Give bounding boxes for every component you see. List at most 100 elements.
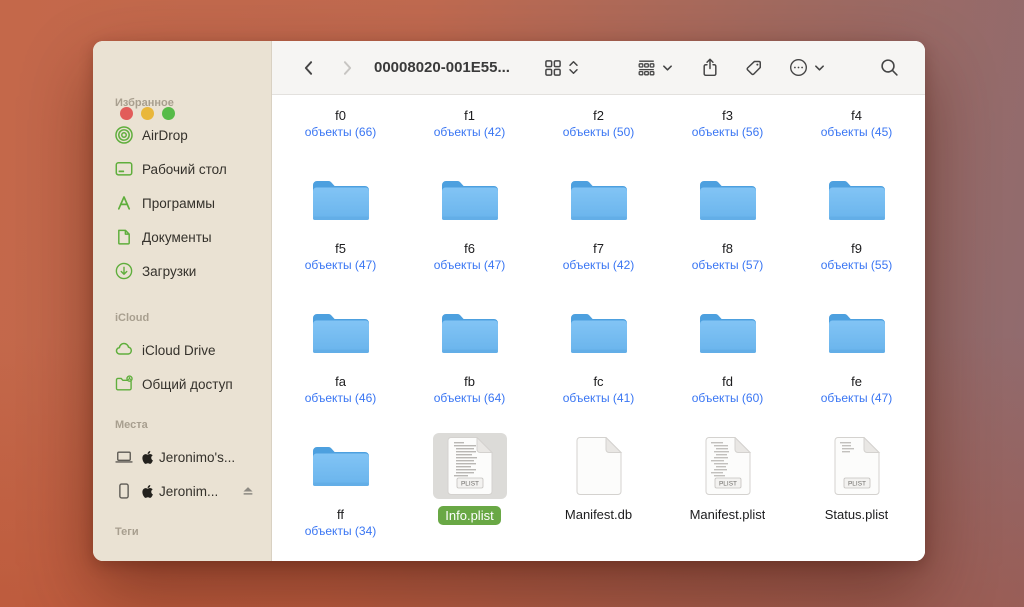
file-browser: f0 объекты (66) f1 объекты (42) f2 объек… bbox=[272, 96, 925, 561]
share-button[interactable] bbox=[701, 58, 719, 77]
item-count[interactable]: объекты (42) bbox=[563, 258, 635, 273]
folder-item[interactable]: f7 объекты (42) bbox=[534, 163, 663, 296]
folder-item[interactable]: f8 объекты (57) bbox=[663, 163, 792, 296]
folder-item[interactable]: f9 объекты (55) bbox=[792, 163, 921, 296]
file-item[interactable]: Manifest.plist bbox=[663, 429, 792, 561]
folder-icon bbox=[427, 305, 513, 361]
item-count[interactable]: объекты (60) bbox=[692, 391, 764, 406]
item-count[interactable]: объекты (47) bbox=[305, 258, 377, 273]
folder-icon bbox=[685, 172, 771, 228]
cloud-icon bbox=[115, 341, 133, 359]
file-name: Status.plist bbox=[825, 506, 889, 523]
file-item[interactable]: Manifest.db bbox=[534, 429, 663, 561]
window-title: 00008020-001E55... bbox=[374, 59, 510, 76]
more-button[interactable] bbox=[789, 58, 808, 77]
sidebar-item-icloud-drive[interactable]: iCloud Drive bbox=[111, 333, 261, 367]
file-name: f5 bbox=[335, 240, 346, 257]
item-count[interactable]: объекты (57) bbox=[692, 258, 764, 273]
sidebar-item-airdrop[interactable]: AirDrop bbox=[111, 118, 261, 152]
file-item[interactable]: Status.plist bbox=[792, 429, 921, 561]
folder-item[interactable]: fa объекты (46) bbox=[276, 296, 405, 429]
group-by-button[interactable] bbox=[637, 59, 656, 76]
file-name-selected: Info.plist bbox=[438, 506, 500, 525]
sidebar-item-label: Jeronim... bbox=[159, 484, 218, 499]
folder-item[interactable]: f1 объекты (42) bbox=[405, 96, 534, 163]
sidebar-item-device[interactable]: Jeronim... bbox=[111, 474, 261, 508]
file-name: Manifest.db bbox=[565, 506, 632, 523]
view-stepper[interactable] bbox=[568, 60, 579, 75]
folder-icon bbox=[814, 305, 900, 361]
folder-item[interactable]: fd объекты (60) bbox=[663, 296, 792, 429]
icon-grid: f0 объекты (66) f1 объекты (42) f2 объек… bbox=[272, 96, 925, 561]
item-count[interactable]: объекты (66) bbox=[305, 125, 377, 140]
main-area: 00008020-001E55... bbox=[272, 41, 925, 561]
item-count[interactable]: объекты (50) bbox=[563, 125, 635, 140]
file-name: f4 bbox=[851, 107, 862, 124]
db-file-icon bbox=[562, 433, 636, 499]
icon-view-button[interactable] bbox=[544, 59, 562, 77]
sidebar-item-label: Рабочий стол bbox=[142, 162, 227, 177]
sidebar-item-desktop[interactable]: Рабочий стол bbox=[111, 152, 261, 186]
item-count[interactable]: объекты (55) bbox=[821, 258, 893, 273]
item-count[interactable]: объекты (47) bbox=[821, 391, 893, 406]
desktop-icon bbox=[115, 160, 133, 178]
plist-file-icon bbox=[691, 433, 765, 499]
file-name: f2 bbox=[593, 107, 604, 124]
item-count[interactable]: объекты (41) bbox=[563, 391, 635, 406]
toolbar: 00008020-001E55... bbox=[272, 41, 925, 95]
folder-item[interactable]: fe объекты (47) bbox=[792, 296, 921, 429]
file-name: fe bbox=[851, 373, 862, 390]
search-button[interactable] bbox=[880, 58, 899, 77]
sidebar-list: Избранное AirDrop Рабочий стол bbox=[93, 95, 271, 561]
eject-button[interactable] bbox=[241, 484, 255, 498]
sidebar-section-favorites: Избранное bbox=[111, 95, 261, 111]
airdrop-icon bbox=[115, 126, 133, 144]
item-count[interactable]: объекты (56) bbox=[692, 125, 764, 140]
laptop-icon bbox=[115, 448, 133, 466]
folder-icon bbox=[814, 172, 900, 228]
plist-file-icon bbox=[820, 433, 894, 499]
sidebar-item-label: Документы bbox=[142, 230, 212, 245]
item-count[interactable]: объекты (64) bbox=[434, 391, 506, 406]
folder-item[interactable]: fc объекты (41) bbox=[534, 296, 663, 429]
folder-item[interactable]: fb объекты (64) bbox=[405, 296, 534, 429]
folder-item[interactable]: f0 объекты (66) bbox=[276, 96, 405, 163]
folder-item[interactable]: f6 объекты (47) bbox=[405, 163, 534, 296]
forward-button[interactable] bbox=[338, 59, 356, 77]
sidebar-item-documents[interactable]: Документы bbox=[111, 220, 261, 254]
item-count[interactable]: объекты (34) bbox=[305, 524, 377, 539]
folder-item[interactable]: ff объекты (34) bbox=[276, 429, 405, 561]
sidebar-item-mac[interactable]: Jeronimo's... bbox=[111, 440, 261, 474]
sidebar-item-applications[interactable]: Программы bbox=[111, 186, 261, 220]
folder-item[interactable]: f2 объекты (50) bbox=[534, 96, 663, 163]
item-count[interactable]: объекты (47) bbox=[434, 258, 506, 273]
chevron-down-icon bbox=[814, 59, 825, 77]
folder-icon bbox=[685, 305, 771, 361]
file-name: f1 bbox=[464, 107, 475, 124]
apple-logo-icon bbox=[142, 485, 153, 498]
file-name: f0 bbox=[335, 107, 346, 124]
folder-item[interactable]: f3 объекты (56) bbox=[663, 96, 792, 163]
sidebar-section-icloud: iCloud bbox=[111, 310, 261, 326]
folder-icon bbox=[298, 172, 384, 228]
item-count[interactable]: объекты (45) bbox=[821, 125, 893, 140]
item-count[interactable]: объекты (42) bbox=[434, 125, 506, 140]
file-name: ff bbox=[337, 506, 344, 523]
back-button[interactable] bbox=[300, 59, 318, 77]
file-item-selected[interactable]: Info.plist bbox=[405, 429, 534, 561]
chevron-down-icon bbox=[662, 59, 673, 77]
item-count[interactable]: объекты (46) bbox=[305, 391, 377, 406]
shared-folder-icon bbox=[115, 375, 133, 393]
file-name: f3 bbox=[722, 107, 733, 124]
tag-button[interactable] bbox=[745, 59, 763, 77]
sidebar-item-shared[interactable]: Общий доступ bbox=[111, 367, 261, 401]
folder-item[interactable]: f5 объекты (47) bbox=[276, 163, 405, 296]
folder-icon bbox=[298, 305, 384, 361]
file-name: fb bbox=[464, 373, 475, 390]
file-name: f9 bbox=[851, 240, 862, 257]
folder-item[interactable]: f4 объекты (45) bbox=[792, 96, 921, 163]
file-name: f8 bbox=[722, 240, 733, 257]
sidebar-item-label: Загрузки bbox=[142, 264, 196, 279]
sidebar-item-downloads[interactable]: Загрузки bbox=[111, 254, 261, 288]
folder-icon bbox=[556, 172, 642, 228]
